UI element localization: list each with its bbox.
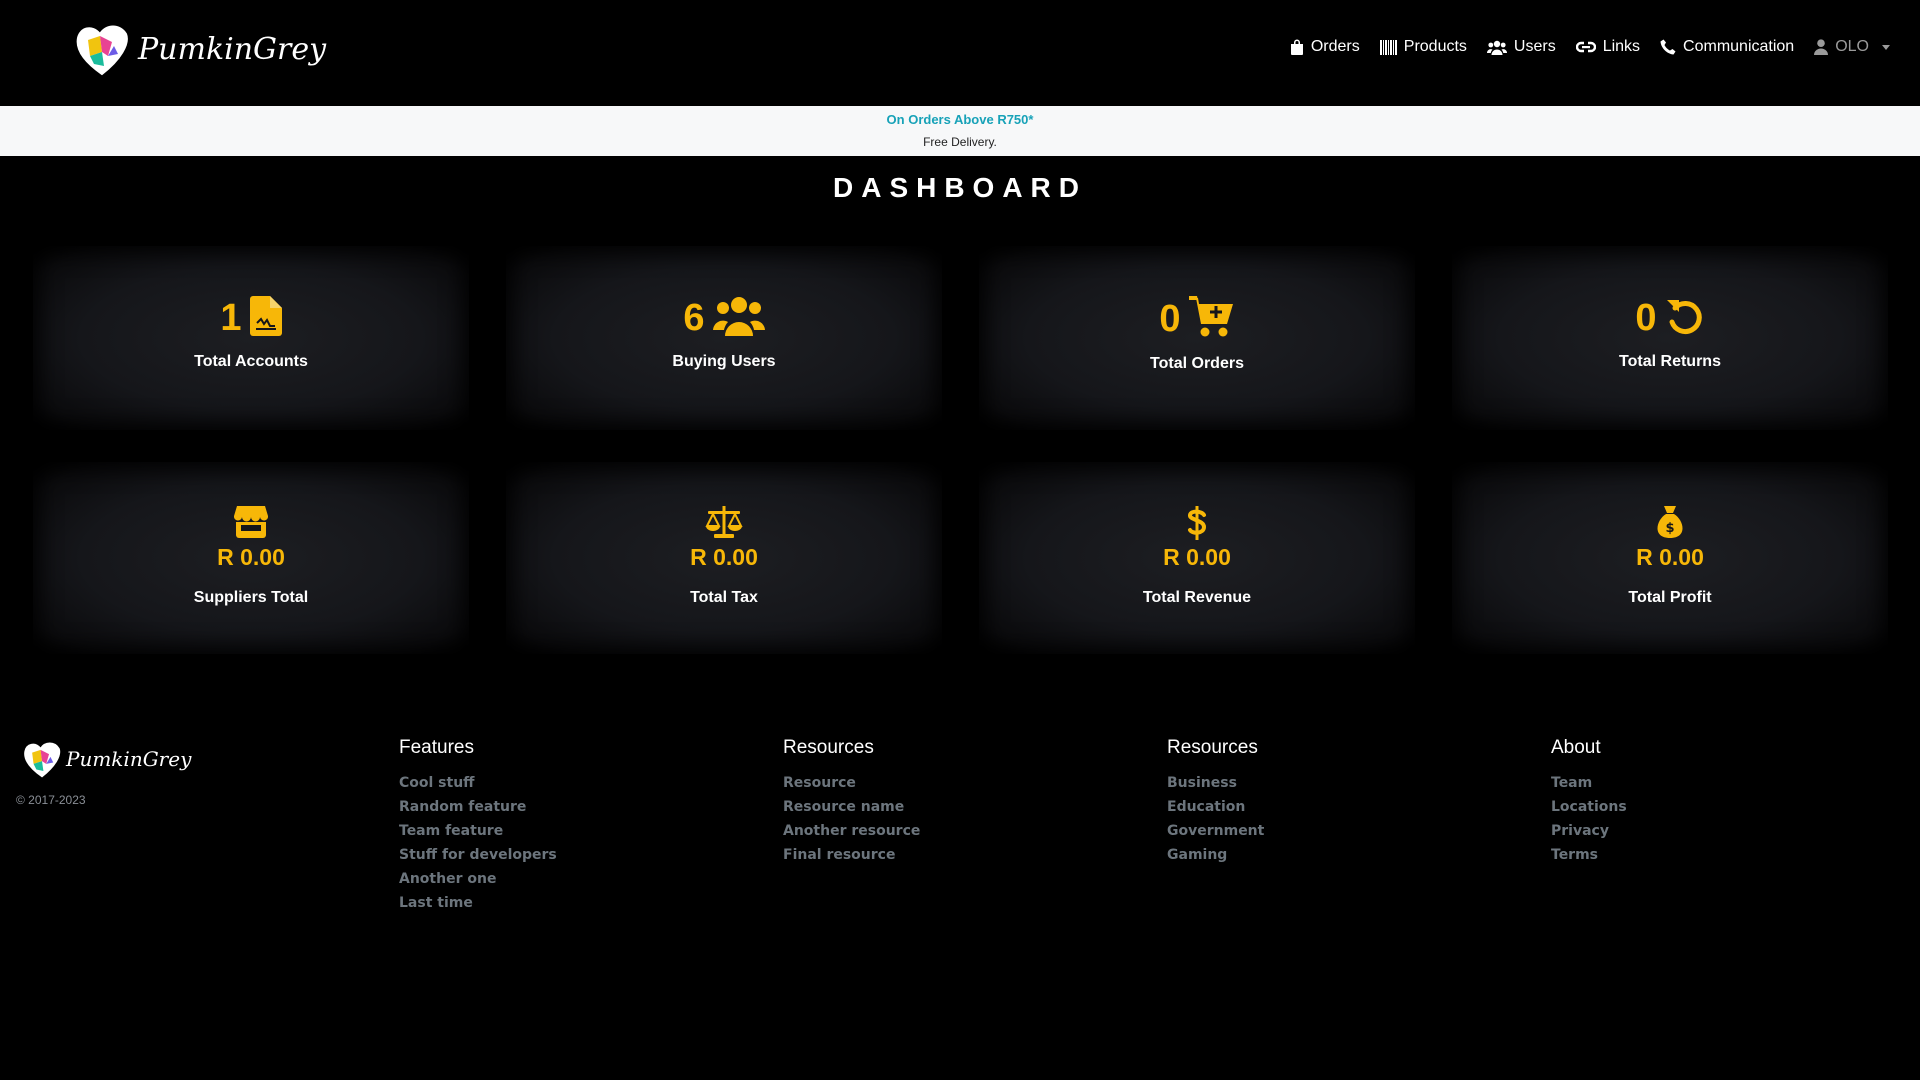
footer-link[interactable]: Business [1167,771,1264,795]
footer-link[interactable]: Last time [399,891,557,915]
footer-link[interactable]: Team feature [399,819,557,843]
money-card-total-revenue: R 0.00 Total Revenue [979,462,1415,654]
stat-card-total-returns: 0 Total Returns [1452,246,1888,430]
store-icon [233,506,269,540]
nav-products-label: Products [1403,38,1467,55]
money-bag-icon: $ [1654,506,1686,540]
footer-link[interactable]: Education [1167,795,1264,819]
money-value: R 0.00 [690,544,758,570]
stat-value: 0 [1635,297,1657,339]
navbar: PumkinGrey Orders Products Users Links C… [0,0,1920,106]
chevron-down-icon [1882,44,1890,50]
scale-icon [705,506,743,540]
undo-icon [1665,296,1705,341]
brand-logo[interactable]: PumkinGrey [74,22,326,76]
user-icon [1814,39,1829,55]
user-menu-label: OLO [1835,38,1869,55]
footer-link[interactable]: Another one [399,867,557,891]
nav-users[interactable]: Users [1486,38,1556,56]
footer-link[interactable]: Locations [1551,795,1627,819]
barcode-icon [1379,39,1397,55]
dollar-icon [1187,506,1207,540]
nav-orders-label: Orders [1310,38,1360,55]
promo-subtitle: Free Delivery. [923,135,997,149]
footer-column-title: Features [399,737,474,758]
money-value: R 0.00 [217,544,285,570]
page-title: DASHBOARD [833,172,1087,203]
footer-column-resources-2: Resources Business Education Government … [1167,737,1264,867]
footer-link[interactable]: Random feature [399,795,557,819]
money-card-total-profit: $ R 0.00 Total Profit [1452,462,1888,654]
money-card-suppliers-total: R 0.00 Suppliers Total [33,462,469,654]
money-label: Total Tax [690,589,758,606]
footer-link[interactable]: Gaming [1167,843,1264,867]
nav-links-label: Links [1602,38,1641,55]
stat-value: 0 [1159,298,1181,340]
stat-label: Total Orders [1150,355,1244,372]
stat-value: 6 [683,297,705,339]
heart-logo-icon [24,742,61,778]
footer-link[interactable]: Another resource [783,819,920,843]
stat-label: Buying Users [672,353,776,370]
users-icon [1486,40,1507,55]
footer-column-features: Features Cool stuff Random feature Team … [399,737,557,915]
users-icon [712,296,765,341]
footer-column-about: About Team Locations Privacy Terms [1551,737,1627,867]
footer-column-title: Resources [1167,737,1258,758]
promo-banner: On Orders Above R750* Free Delivery. [0,106,1920,156]
promo-title: On Orders Above R750* [886,112,1034,127]
brand-name: PumkinGrey [138,31,327,67]
footer-logo[interactable]: PumkinGrey [22,740,191,778]
nav-communication[interactable]: Communication [1660,38,1794,56]
nav-products[interactable]: Products [1379,38,1467,56]
shopping-bag-icon [1290,39,1303,55]
footer-link[interactable]: Cool stuff [399,771,557,795]
main-nav: Orders Products Users Links Communicatio… [1290,38,1890,56]
nav-links[interactable]: Links [1575,38,1641,56]
phone-icon [1660,39,1676,55]
footer-link[interactable]: Terms [1551,843,1627,867]
footer-link[interactable]: Privacy [1551,819,1627,843]
file-invoice-icon [249,296,282,341]
money-value: R 0.00 [1636,544,1704,570]
money-label: Suppliers Total [193,589,309,606]
copyright: © 2017-2023 [16,793,86,807]
footer-link[interactable]: Government [1167,819,1264,843]
svg-text:$: $ [1665,521,1674,536]
stat-card-buying-users: 6 Buying Users [506,246,942,430]
nav-orders[interactable]: Orders [1290,38,1360,56]
money-card-total-tax: R 0.00 Total Tax [506,462,942,654]
stat-value: 1 [220,297,242,339]
footer-link[interactable]: Team [1551,771,1627,795]
footer-link[interactable]: Resource name [783,795,920,819]
nav-users-label: Users [1513,38,1556,55]
footer-column-title: Resources [783,737,874,758]
footer-brand-name: PumkinGrey [66,747,192,771]
user-menu-dropdown[interactable]: OLO [1814,38,1890,56]
stat-label: Total Accounts [194,353,308,370]
footer-column-title: About [1551,737,1601,758]
stat-card-total-orders: 0 Total Orders [979,246,1415,430]
stat-label: Total Returns [1619,353,1721,370]
cart-icon [1188,296,1235,343]
stat-card-total-accounts: 1 Total Accounts [33,246,469,430]
money-label: Total Profit [1628,589,1712,606]
money-label: Total Revenue [1142,589,1252,606]
footer-link[interactable]: Stuff for developers [399,843,557,867]
nav-communication-label: Communication [1683,38,1795,55]
footer-link[interactable]: Resource [783,771,920,795]
footer-column-resources: Resources Resource Resource name Another… [783,737,920,867]
link-icon [1575,41,1596,53]
footer-link[interactable]: Final resource [783,843,920,867]
heart-logo-icon [76,25,128,76]
money-value: R 0.00 [1163,544,1231,570]
